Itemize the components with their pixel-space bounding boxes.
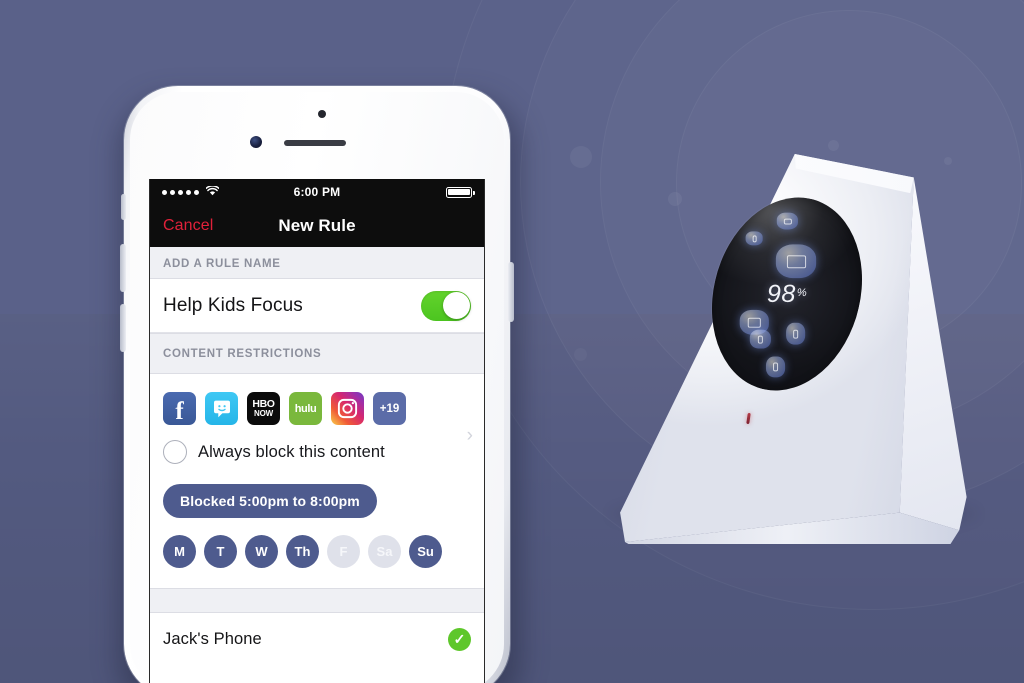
rule-name-input[interactable]: Help Kids Focus [163,295,303,317]
day-pill-m[interactable]: M [163,535,196,568]
day-pill-t[interactable]: T [204,535,237,568]
status-bar: 6:00 PM [150,179,484,205]
phone-bubble-icon[interactable] [765,356,786,378]
day-pill-sa[interactable]: Sa [368,535,401,568]
hulu-glyph: hulu [294,402,317,415]
phone-screen: 6:00 PM Cancel New Rule ADD A RULE NAME … [149,179,485,683]
more-count-glyph: +19 [379,402,400,415]
restricted-apps-row: f HBO NOW hulu +19 [163,392,471,425]
day-selector: M T W Th F Sa Su [163,535,471,568]
navigation-bar: Cancel New Rule [150,205,484,247]
front-camera-icon [250,136,262,148]
app-icon-facebook[interactable]: f [163,392,196,425]
always-block-radio[interactable] [163,440,187,464]
always-block-row[interactable]: Always block this content [150,425,484,480]
iphone-device: 6:00 PM Cancel New Rule ADD A RULE NAME … [118,86,522,683]
battery-full-icon [446,186,475,198]
hbo-glyph-bottom: NOW [254,409,273,419]
volume-down-button[interactable] [120,304,126,352]
device-selected-check-icon[interactable]: ✓ [448,627,471,651]
scene-backdrop: 98% 6:00 PM Cancel New Rule ADD A RULE N… [0,0,1024,683]
health-unit: % [796,286,808,299]
rule-name-row[interactable]: Help Kids Focus [150,279,484,333]
section-divider [150,588,484,613]
earpiece-speaker [284,140,346,146]
device-list-item[interactable]: Jack's Phone ✓ [150,613,484,665]
app-icon-hulu[interactable]: hulu [289,392,322,425]
chevron-right-icon[interactable]: › [467,426,473,445]
app-icon-groupme[interactable] [205,392,238,425]
starry-station-router: 98% [600,140,1000,560]
toggle-knob [442,292,470,319]
device-name: Jack's Phone [163,629,262,648]
volume-up-button[interactable] [120,244,126,292]
hbo-glyph-top: HBO [252,397,275,410]
blocked-timerange-pill[interactable]: Blocked 5:00pm to 8:00pm [163,484,377,518]
schedule-block: Blocked 5:00pm to 8:00pm M T W Th F Sa S… [150,480,484,588]
facebook-glyph: f [175,397,184,425]
app-icon-hbo-now[interactable]: HBO NOW [247,392,280,425]
laptop-bubble-icon[interactable] [775,244,817,279]
silent-switch-button[interactable] [121,194,126,220]
decor-dot [570,146,592,168]
router-health-score: 98% [713,280,860,309]
phone-bubble-icon[interactable] [745,231,763,246]
section-header-content-restrictions: CONTENT RESTRICTIONS [150,333,484,374]
day-pill-f[interactable]: F [327,535,360,568]
status-bar-time: 6:00 PM [293,185,341,199]
section-header-rule-name: ADD A RULE NAME [150,247,484,279]
router-body: 98% [618,152,968,544]
day-pill-th[interactable]: Th [286,535,319,568]
health-value: 98 [766,280,796,308]
app-icon-instagram[interactable] [331,392,364,425]
day-pill-w[interactable]: W [245,535,278,568]
rule-enabled-toggle[interactable] [421,290,471,321]
always-block-label: Always block this content [198,442,385,461]
proximity-sensor-icon [318,110,326,118]
day-pill-su[interactable]: Su [409,535,442,568]
power-button[interactable] [508,262,514,322]
phone-bubble-icon[interactable] [786,322,806,345]
phone-body: 6:00 PM Cancel New Rule ADD A RULE NAME … [120,86,514,683]
tablet-bubble-icon[interactable] [776,212,798,230]
restricted-apps-block[interactable]: f HBO NOW hulu +19 › [150,374,484,445]
app-icon-more-count[interactable]: +19 [373,392,406,425]
page-title: New Rule [278,216,356,235]
phone-bubble-icon[interactable] [749,329,771,349]
